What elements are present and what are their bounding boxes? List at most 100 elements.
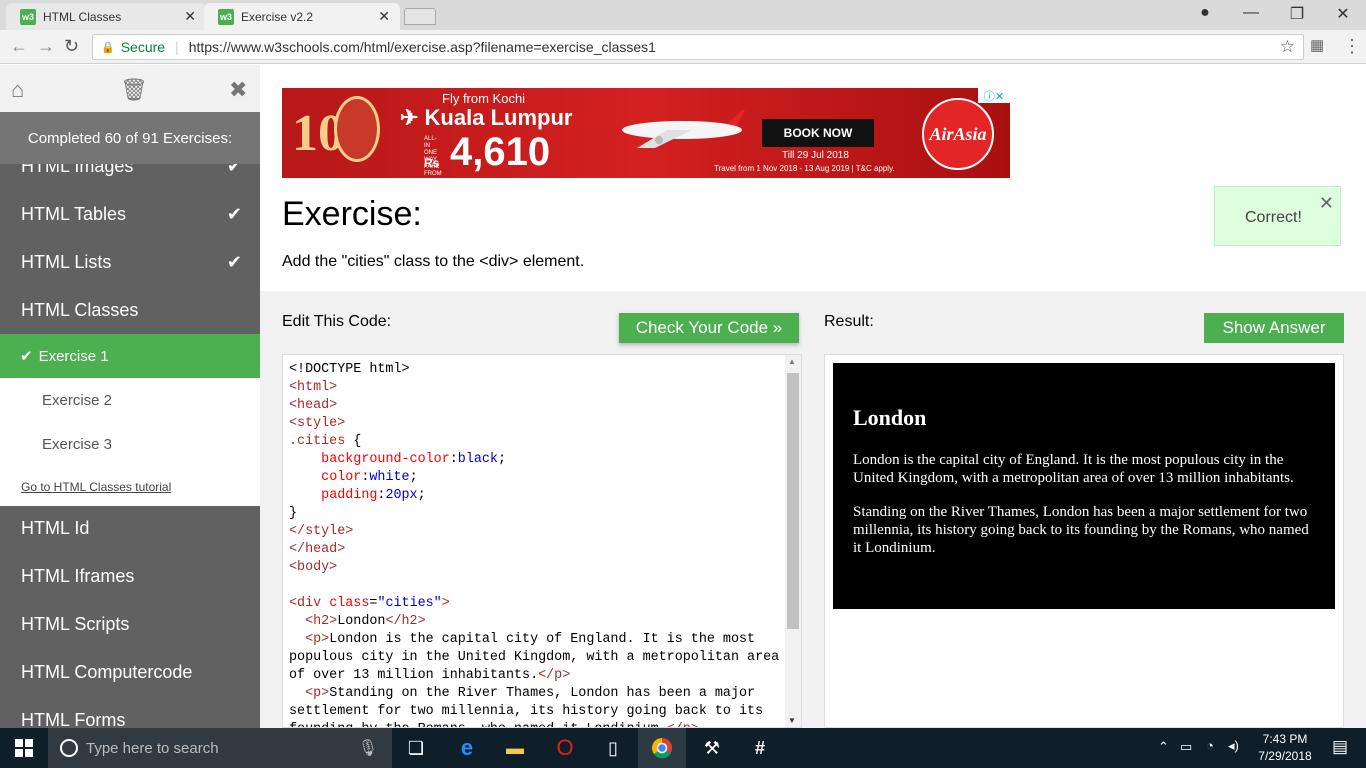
- tutorial-link[interactable]: Go to HTML Classes tutorial: [0, 466, 260, 506]
- sidebar-item-html-tables[interactable]: HTML Tables ✔: [0, 190, 260, 238]
- check-icon: ✔: [226, 203, 242, 224]
- extension-icon[interactable]: ▦: [1310, 36, 1324, 54]
- lock-icon: 🔒: [101, 41, 115, 54]
- ad-travel-dates: Travel from 1 Nov 2018 - 13 Aug 2019 | T…: [714, 164, 895, 173]
- home-icon[interactable]: ⌂: [11, 77, 24, 103]
- tab-label: HTML Classes: [43, 9, 122, 24]
- sidebar-exercise-2[interactable]: Exercise 2: [0, 378, 260, 422]
- microphone-icon[interactable]: 🎙: [358, 738, 378, 758]
- notifications-icon[interactable]: ▤: [1332, 737, 1348, 757]
- separator: |: [175, 39, 179, 55]
- maximize-icon[interactable]: ❐: [1274, 4, 1320, 24]
- exercise-label: Exercise 2: [42, 391, 113, 409]
- check-icon: ✔: [20, 348, 33, 365]
- scroll-down-icon[interactable]: ▼: [788, 716, 796, 725]
- sidebar-item-html-computercode[interactable]: HTML Computercode: [0, 648, 260, 696]
- window-close-icon[interactable]: ✕: [1320, 4, 1366, 24]
- sidebar-item-label: HTML Lists: [21, 251, 112, 272]
- new-tab-button[interactable]: [404, 8, 436, 25]
- url-input[interactable]: 🔒 Secure | https://www.w3schools.com/htm…: [92, 34, 1304, 60]
- reload-icon[interactable]: ↻: [64, 36, 79, 57]
- browser-tab-bar: w3 HTML Classes ✕ w3 Exercise v2.2 ✕ ● —…: [0, 0, 1366, 30]
- search-placeholder: Type here to search: [86, 739, 219, 757]
- system-tray: ⌃ ▭ ◔ ◂) 7:43 PM 7/29/2018 ▤: [1150, 728, 1366, 768]
- edit-code-label: Edit This Code:: [282, 313, 392, 330]
- editor-scrollbar[interactable]: ▲ ▼: [785, 355, 801, 727]
- bookmark-star-icon[interactable]: ☆: [1280, 37, 1295, 57]
- sidebar-item-label: HTML Computercode: [21, 661, 193, 682]
- taskbar: Type here to search 🎙 ❏ e ▬ O ▯ ⚒ # ⌃ ▭ …: [0, 728, 1366, 768]
- close-icon[interactable]: ✖: [229, 77, 247, 103]
- page-title: Exercise:: [282, 195, 422, 233]
- minimize-icon[interactable]: —: [1228, 4, 1274, 22]
- cortana-icon: [60, 739, 78, 757]
- file-explorer-icon[interactable]: ▬: [491, 728, 539, 768]
- result-frame: London London is the capital city of Eng…: [824, 354, 1344, 728]
- opera-icon[interactable]: O: [541, 728, 589, 768]
- task-view-icon[interactable]: ❏: [392, 728, 440, 768]
- sidebar-item-html-scripts[interactable]: HTML Scripts: [0, 600, 260, 648]
- result-label: Result:: [824, 313, 874, 330]
- taskbar-search-input[interactable]: Type here to search 🎙: [48, 728, 392, 768]
- url-text: https://www.w3schools.com/html/exercise.…: [188, 39, 656, 55]
- ad-info-icon[interactable]: ⓘ✕: [978, 88, 1010, 103]
- tools-icon[interactable]: ⚒: [688, 728, 736, 768]
- advertisement-banner[interactable]: 10 Fly from Kochi ✈ Kuala Lumpur ALL-IN …: [282, 88, 1010, 178]
- w3schools-favicon-icon: w3: [20, 8, 36, 25]
- menu-icon[interactable]: ⋮: [1343, 36, 1361, 57]
- volume-icon[interactable]: ◂): [1228, 738, 1239, 754]
- main-content: 10 Fly from Kochi ✈ Kuala Lumpur ALL-IN …: [260, 65, 1366, 728]
- ad-book-now-button[interactable]: BOOK NOW: [762, 119, 874, 147]
- clock-time: 7:43 PM: [1262, 732, 1308, 746]
- tab-label: Exercise v2.2: [241, 9, 314, 24]
- ad-fly-from: Fly from Kochi: [442, 91, 526, 106]
- edge-icon[interactable]: e: [443, 728, 491, 768]
- sidebar-item-html-lists[interactable]: HTML Lists ✔: [0, 238, 260, 286]
- sidebar-exercise-1[interactable]: ✔ Exercise 1: [0, 334, 260, 378]
- exercise-label: Exercise 3: [42, 435, 113, 453]
- sidebar-toolbar: ⌂ 🗑 ✖: [0, 65, 260, 112]
- ad-currency: Rs: [424, 156, 440, 170]
- address-bar-row: ← → ↻ 🔒 Secure | https://www.w3schools.c…: [0, 30, 1366, 64]
- code-editor[interactable]: <!DOCTYPE html> <html> <head> <style> .c…: [282, 354, 802, 728]
- wifi-icon[interactable]: ◔: [1206, 738, 1214, 753]
- slack-icon[interactable]: #: [736, 728, 784, 768]
- check-code-button[interactable]: Check Your Code »: [619, 313, 799, 343]
- trash-icon[interactable]: 🗑: [120, 77, 148, 103]
- result-paragraph-1: London is the capital city of England. I…: [853, 452, 1294, 486]
- sidebar-item-label: HTML Tables: [21, 203, 127, 224]
- sidebar-item-label: HTML Forms: [21, 709, 126, 729]
- battery-icon[interactable]: ▭: [1180, 739, 1192, 755]
- chevron-up-icon[interactable]: ⌃: [1158, 739, 1169, 755]
- code-text[interactable]: <!DOCTYPE html> <html> <head> <style> .c…: [289, 361, 785, 727]
- tab-close-icon[interactable]: ✕: [184, 8, 196, 25]
- windows-start-icon[interactable]: [0, 728, 48, 768]
- notepad-icon[interactable]: ▯: [589, 728, 637, 768]
- exercise-task: Add the "cities" class to the <div> elem…: [282, 253, 585, 270]
- sidebar-item-html-iframes[interactable]: HTML Iframes: [0, 552, 260, 600]
- sidebar-item-html-classes[interactable]: HTML Classes: [0, 286, 260, 334]
- progress-label: Completed 60 of 91 Exercises:: [0, 112, 260, 164]
- sidebar-exercise-3[interactable]: Exercise 3: [0, 422, 260, 466]
- scroll-up-icon[interactable]: ▲: [788, 357, 796, 366]
- close-icon[interactable]: ✕: [1319, 193, 1334, 214]
- tab-html-classes[interactable]: w3 HTML Classes ✕: [6, 3, 206, 30]
- chrome-icon[interactable]: [638, 728, 686, 768]
- ad-destination: ✈ Kuala Lumpur: [400, 105, 573, 130]
- correct-text: Correct!: [1245, 209, 1302, 226]
- ad-seal-icon: [334, 96, 380, 162]
- result-heading: London: [853, 405, 927, 430]
- show-answer-button[interactable]: Show Answer: [1204, 313, 1344, 343]
- back-icon[interactable]: ←: [10, 36, 28, 57]
- tab-close-icon[interactable]: ✕: [378, 8, 390, 25]
- sidebar-item-html-id[interactable]: HTML Id: [0, 504, 260, 552]
- forward-icon[interactable]: →: [37, 36, 55, 57]
- tab-exercise[interactable]: w3 Exercise v2.2 ✕: [204, 3, 400, 30]
- sidebar-item-html-forms[interactable]: HTML Forms: [0, 696, 260, 729]
- profile-icon[interactable]: ●: [1182, 4, 1228, 22]
- workspace: Edit This Code: Check Your Code » <!DOCT…: [260, 291, 1366, 728]
- scrollbar-thumb[interactable]: [787, 373, 799, 629]
- ad-till-date: Till 29 Jul 2018: [782, 150, 849, 161]
- clock[interactable]: 7:43 PM 7/29/2018: [1250, 731, 1320, 765]
- result-paragraph-2: Standing on the River Thames, London has…: [853, 504, 1309, 556]
